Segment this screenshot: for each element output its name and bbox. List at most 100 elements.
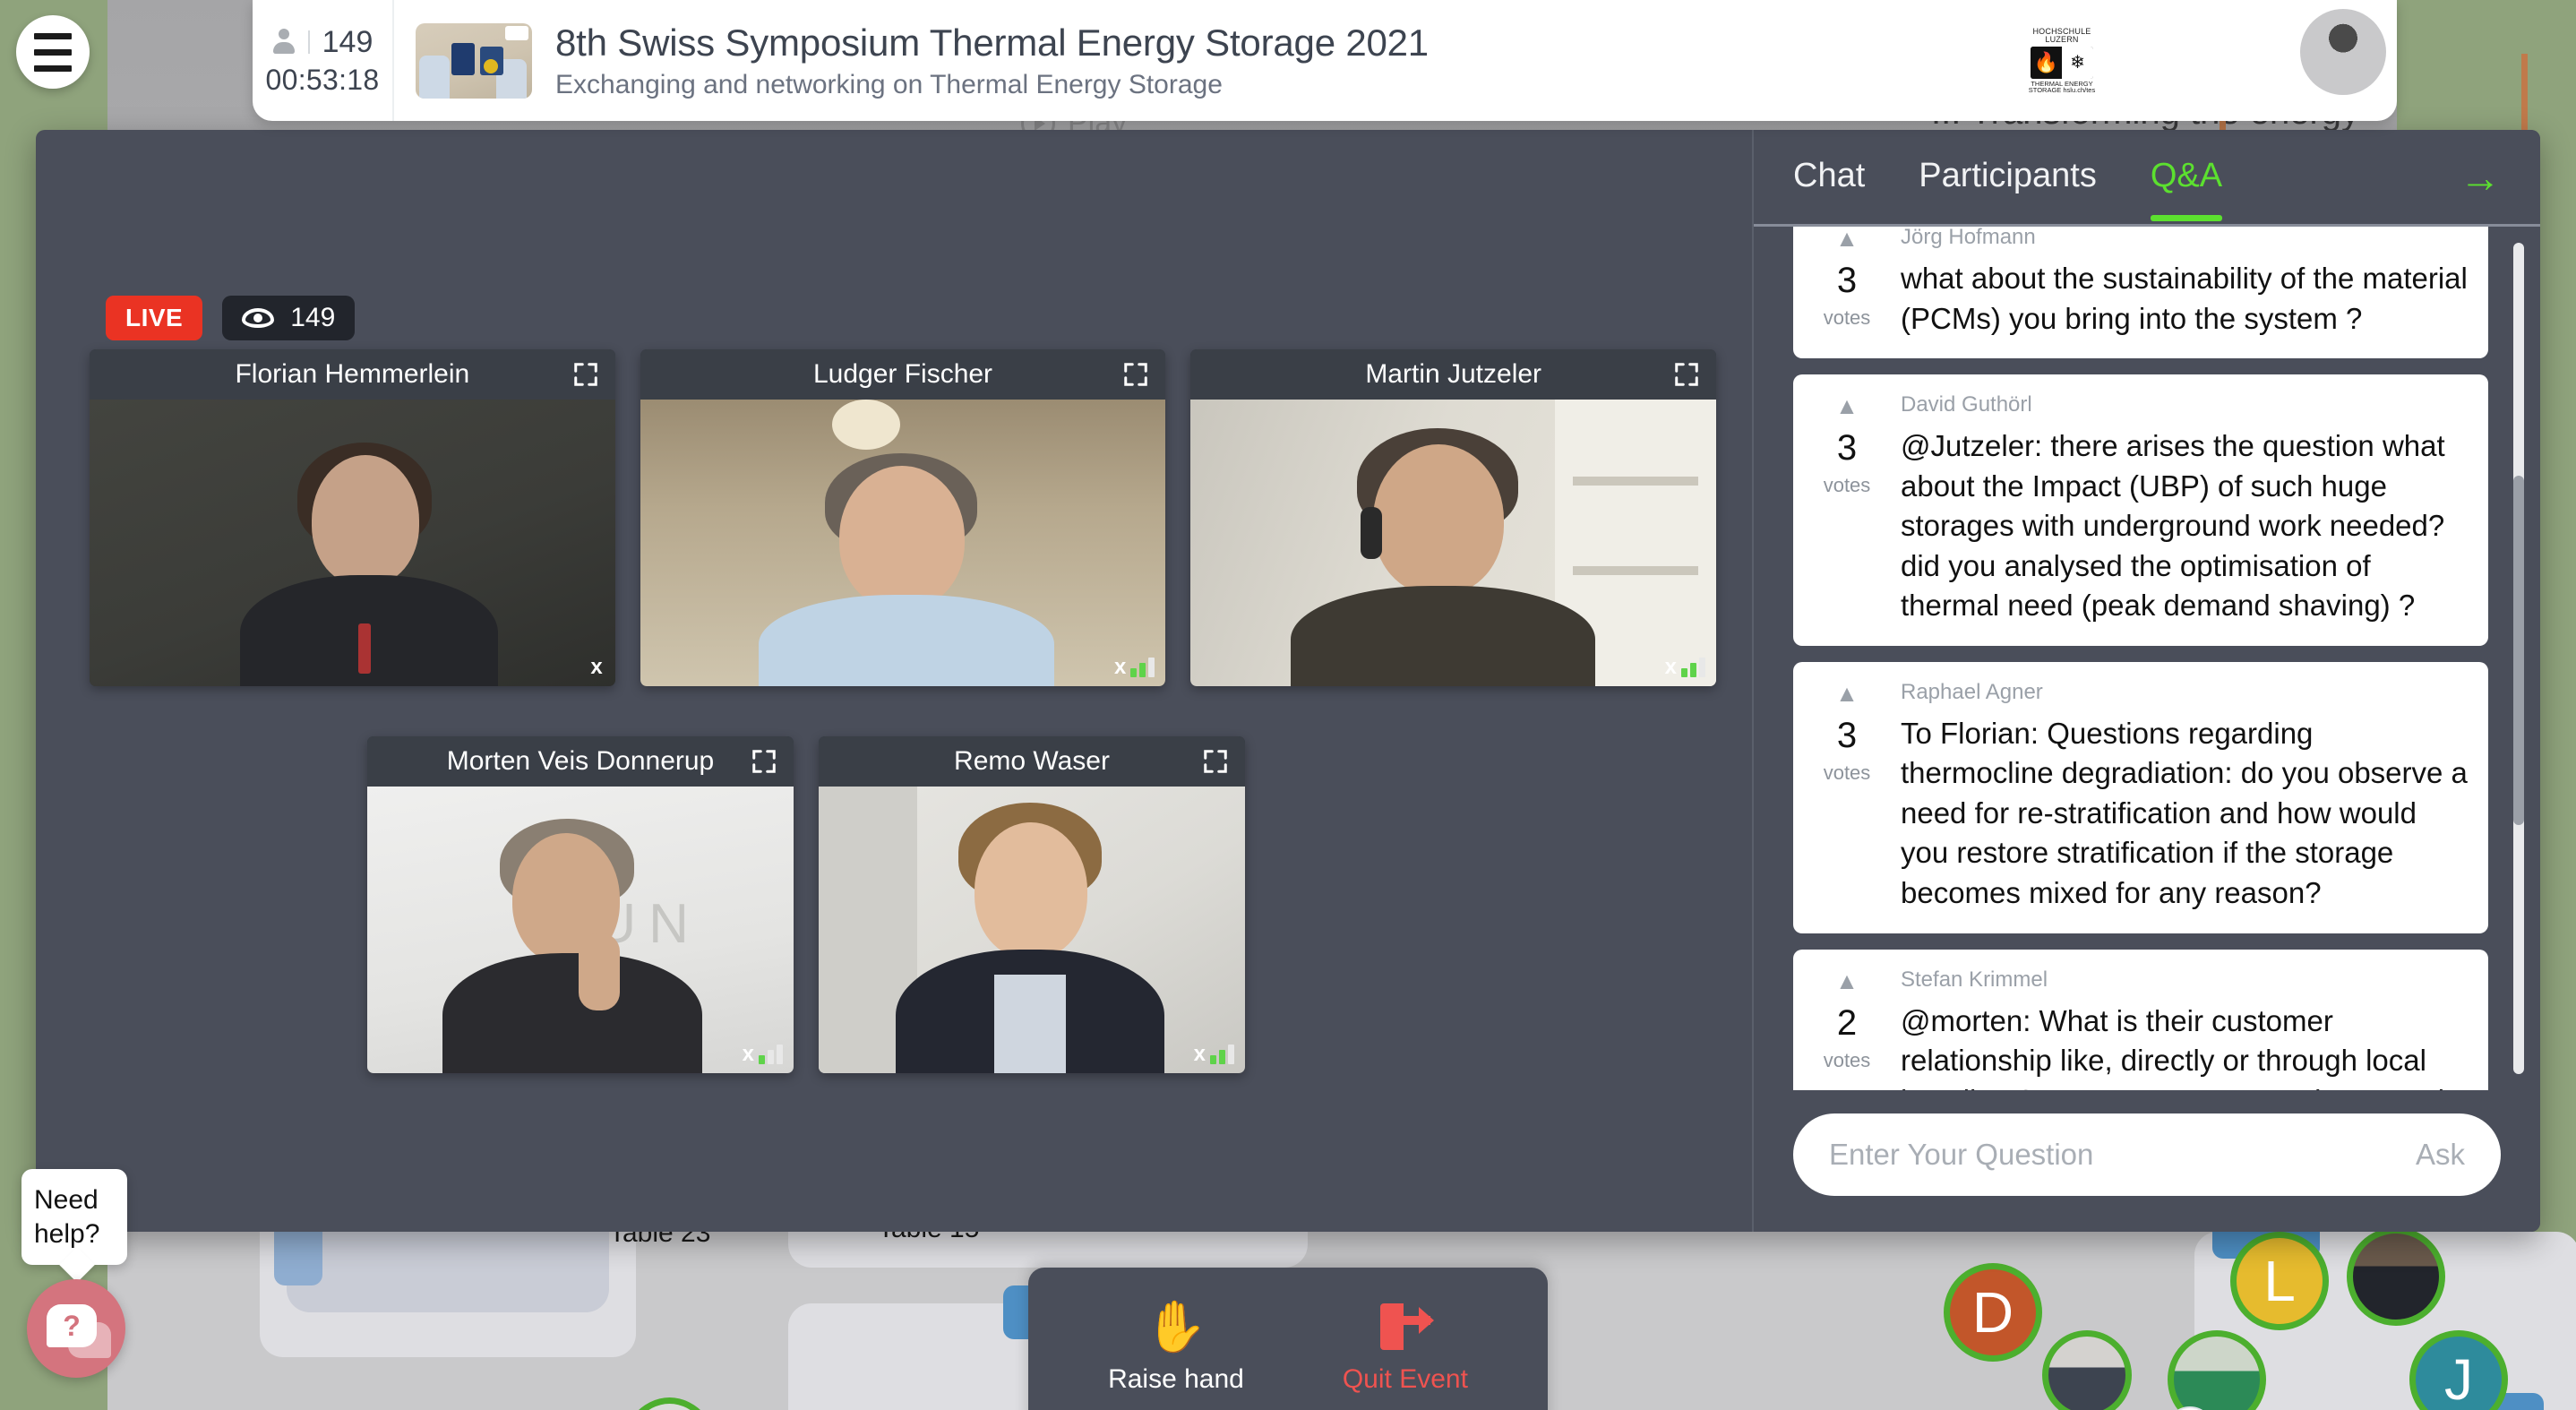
exit-door-icon xyxy=(1379,1302,1434,1352)
fullscreen-icon[interactable] xyxy=(1673,361,1700,388)
hamburger-icon-line xyxy=(34,64,72,72)
divider xyxy=(307,30,310,54)
elapsed-timer: 00:53:18 xyxy=(265,63,380,96)
quit-event-button[interactable]: Quit Event xyxy=(1343,1302,1468,1395)
video-tile-header: Morten Veis Donnerup xyxy=(367,736,794,787)
event-thumbnail xyxy=(416,22,532,99)
vote-control[interactable]: ▲ 2 votes xyxy=(1793,966,1901,1090)
signal-icon: x xyxy=(743,1041,783,1065)
event-header: 149 00:53:18 8th Swiss Symposium Thermal… xyxy=(253,0,2397,121)
question-author: Jörg Hofmann xyxy=(1901,227,2036,249)
video-stream: x xyxy=(819,787,1245,1073)
upvote-icon[interactable]: ▲ xyxy=(1835,682,1859,705)
floorplan-avatar[interactable] xyxy=(2347,1227,2445,1326)
avatar-initial: L xyxy=(2263,1249,2296,1313)
question-text: To Florian: Questions regarding thermocl… xyxy=(1901,716,2468,910)
fullscreen-icon[interactable] xyxy=(1202,748,1229,775)
video-stream: x xyxy=(640,400,1166,686)
eye-icon xyxy=(242,308,275,328)
question-card[interactable]: ▲ 3 votes Jörg Hofmann what about the su… xyxy=(1793,227,2488,359)
signal-icon: x xyxy=(1194,1041,1234,1065)
vote-count: 3 xyxy=(1836,261,1858,300)
hamburger-icon-line xyxy=(34,32,72,39)
question-card[interactable]: ▲ 3 votes Raphael Agner To Florian: Ques… xyxy=(1793,661,2488,933)
logo-mark: 🔥 ❄ xyxy=(2031,46,2093,79)
raise-hand-label: Raise hand xyxy=(1108,1364,1244,1394)
person-icon xyxy=(272,29,296,56)
tab-qa[interactable]: Q&A xyxy=(2150,135,2223,221)
vote-count: 3 xyxy=(1836,715,1858,755)
question-list-scrollbar[interactable] xyxy=(2513,243,2524,1074)
header-stats: 149 00:53:18 xyxy=(253,0,394,121)
question-card[interactable]: ▲ 3 votes David Guthörl @Jutzeler: there… xyxy=(1793,374,2488,646)
fullscreen-icon[interactable] xyxy=(751,748,777,775)
help-tooltip-line2: help? xyxy=(34,1218,100,1249)
video-tile[interactable]: Martin Jutzeler x xyxy=(1190,349,1717,686)
vote-control[interactable]: ▲ 3 votes xyxy=(1793,678,1901,914)
quit-event-label: Quit Event xyxy=(1342,1364,1468,1394)
vote-label: votes xyxy=(1823,474,1871,497)
header-titles: 8th Swiss Symposium Thermal Energy Stora… xyxy=(555,21,1429,100)
video-tile[interactable]: Morten Veis Donnerup SUN x xyxy=(367,736,794,1073)
floorplan-avatar-letter[interactable]: D xyxy=(1944,1263,2042,1362)
upvote-icon[interactable]: ▲ xyxy=(1835,227,1859,250)
hand-icon: ✋ xyxy=(1145,1298,1207,1354)
floorplan-avatar[interactable] xyxy=(618,1397,721,1410)
vote-count: 2 xyxy=(1836,1002,1858,1043)
tab-chat[interactable]: Chat xyxy=(1793,135,1865,219)
signal-icon: x xyxy=(590,655,603,679)
video-stream: x xyxy=(90,400,615,686)
video-stream: x xyxy=(1190,400,1717,686)
vote-label: votes xyxy=(1823,306,1871,329)
user-avatar[interactable] xyxy=(2300,9,2386,95)
upvote-icon[interactable]: ▲ xyxy=(1835,394,1859,417)
tab-participants[interactable]: Participants xyxy=(1919,135,2097,219)
video-tile-header: Ludger Fischer xyxy=(640,349,1166,400)
panel-tabs: Chat Participants Q&A → xyxy=(1754,130,2540,227)
logo-bottom-text: THERMAL ENERGY STORAGE hslu.ch/tes xyxy=(2028,79,2096,95)
viewer-count-badge: 149 xyxy=(222,296,356,340)
vote-control[interactable]: ▲ 3 votes xyxy=(1793,391,1901,626)
video-tile[interactable]: Ludger Fischer x xyxy=(640,349,1166,686)
video-stream: SUN x xyxy=(367,787,794,1073)
video-tile-header: Remo Waser xyxy=(819,736,1245,787)
tile-row-bottom: Morten Veis Donnerup SUN x Remo Waser x xyxy=(90,736,1716,1073)
avatar-initial: D xyxy=(1971,1280,2014,1345)
video-tile-header: Florian Hemmerlein xyxy=(90,349,615,400)
question-text: @morten: What is their customer relation… xyxy=(1901,1003,2444,1090)
floorplan-avatar-letter[interactable]: L xyxy=(2230,1232,2329,1330)
question-author: David Guthörl xyxy=(1901,392,2032,417)
ask-question-box[interactable]: Ask xyxy=(1793,1113,2501,1196)
tiles-container: Florian Hemmerlein x Ludger Fischer x Ma… xyxy=(90,349,1717,1073)
question-chat-icon: ? xyxy=(47,1304,97,1347)
hslu-tes-logo: HOCHSCHULE LUZERN 🔥 ❄ THERMAL ENERGY STOR… xyxy=(2022,23,2101,99)
menu-button[interactable] xyxy=(16,15,90,89)
help-tooltip-line1: Need xyxy=(34,1185,99,1215)
participant-name: Morten Veis Donnerup xyxy=(446,746,715,776)
raise-hand-button[interactable]: ✋ Raise hand xyxy=(1108,1302,1244,1395)
fullscreen-icon[interactable] xyxy=(1122,361,1149,388)
help-tooltip: Need help? xyxy=(21,1169,127,1265)
fullscreen-icon[interactable] xyxy=(572,361,599,388)
logo-top-text: HOCHSCHULE LUZERN xyxy=(2032,26,2091,45)
participant-name: Remo Waser xyxy=(954,746,1110,776)
event-subtitle: Exchanging and networking on Thermal Ene… xyxy=(555,69,1223,99)
video-tile-header: Martin Jutzeler xyxy=(1190,349,1717,400)
upvote-icon[interactable]: ▲ xyxy=(1835,969,1859,993)
video-tile[interactable]: Remo Waser x xyxy=(819,736,1245,1073)
question-card[interactable]: ▲ 2 votes Stefan Krimmel @morten: What i… xyxy=(1793,949,2488,1090)
vote-count: 3 xyxy=(1836,428,1858,469)
question-list[interactable]: ▲ 3 votes Jörg Hofmann what about the su… xyxy=(1754,227,2540,1090)
arrow-right-icon[interactable]: → xyxy=(2460,157,2501,198)
viewer-count: 149 xyxy=(290,303,336,332)
vote-control[interactable]: ▲ 3 votes xyxy=(1793,227,1901,339)
ask-button[interactable]: Ask xyxy=(2416,1138,2465,1172)
help-button[interactable]: ? xyxy=(27,1279,125,1378)
question-text: what about the sustainability of the mat… xyxy=(1901,262,2468,335)
floorplan-avatar[interactable] xyxy=(2042,1330,2132,1410)
participant-name: Ludger Fischer xyxy=(812,359,993,389)
video-tile[interactable]: Florian Hemmerlein x xyxy=(90,349,615,686)
question-author: Stefan Krimmel xyxy=(1901,967,2048,992)
session-controls: ✋ Raise hand Quit Event xyxy=(1028,1268,1548,1410)
question-input[interactable] xyxy=(1829,1138,2398,1172)
